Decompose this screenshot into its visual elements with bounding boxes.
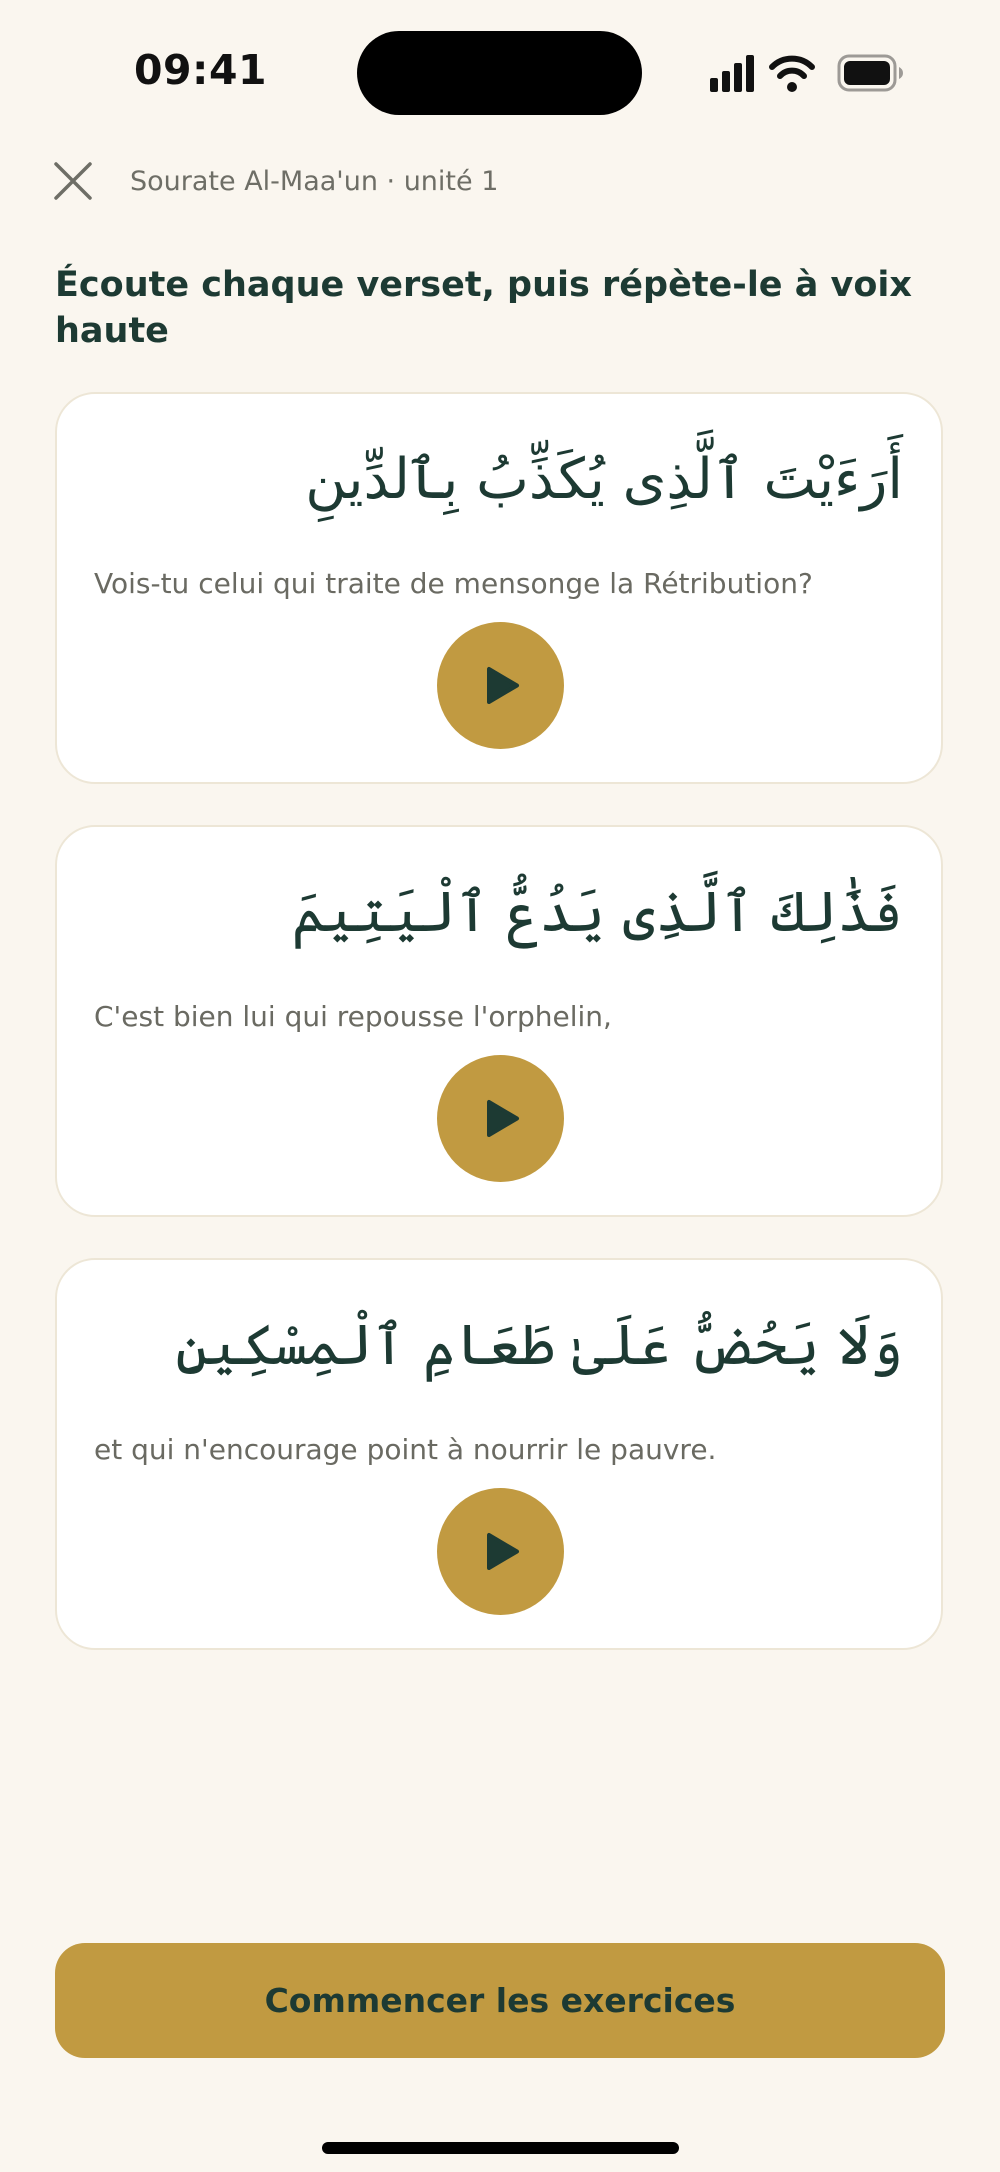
wifi-icon: [769, 55, 815, 92]
play-verse-button[interactable]: [437, 1055, 564, 1182]
dynamic-island: [357, 31, 642, 115]
home-indicator[interactable]: [322, 2142, 679, 2154]
verse-translation: C'est bien lui qui repousse l'orphelin,: [94, 1000, 612, 1033]
verse-arabic-text: أَرَءَيْتَ ٱلَّذِى يُكَذِّبُ بِٱلدِّينِ: [305, 447, 903, 512]
play-icon: [487, 1533, 519, 1570]
start-exercises-button[interactable]: Commencer les exercices: [55, 1943, 945, 2058]
status-time: 09:41: [134, 46, 268, 94]
play-icon: [487, 1100, 519, 1137]
verse-translation: et qui n'encourage point à nourrir le pa…: [94, 1433, 717, 1466]
verse-arabic-text: فَذَٰلِكَ ٱلَّذِى يَدُعُّ ٱلْيَتِيمَ: [291, 880, 903, 945]
close-icon: [54, 162, 92, 200]
page-instruction: Écoute chaque verset, puis répète-le à v…: [55, 265, 912, 351]
play-icon: [487, 667, 519, 704]
battery-icon: [837, 54, 903, 92]
status-icons: [708, 52, 908, 96]
verse-card: أَرَءَيْتَ ٱلَّذِى يُكَذِّبُ بِٱلدِّينِ …: [55, 392, 943, 784]
verse-card: وَلَا يَحُضُّ عَلَىٰ طَعَامِ ٱلْمِسْكِين…: [55, 1258, 943, 1650]
verse-arabic-text: وَلَا يَحُضُّ عَلَىٰ طَعَامِ ٱلْمِسْكِين…: [175, 1313, 903, 1378]
verse-card: فَذَٰلِكَ ٱلَّذِى يَدُعُّ ٱلْيَتِيمَ C'e…: [55, 825, 943, 1217]
signal-icon: [710, 55, 754, 92]
close-button[interactable]: [52, 160, 94, 202]
play-verse-button[interactable]: [437, 622, 564, 749]
verse-translation: Vois-tu celui qui traite de mensonge la …: [94, 567, 813, 600]
breadcrumb: Sourate Al-Maa'un · unité 1: [130, 166, 499, 197]
play-verse-button[interactable]: [437, 1488, 564, 1615]
